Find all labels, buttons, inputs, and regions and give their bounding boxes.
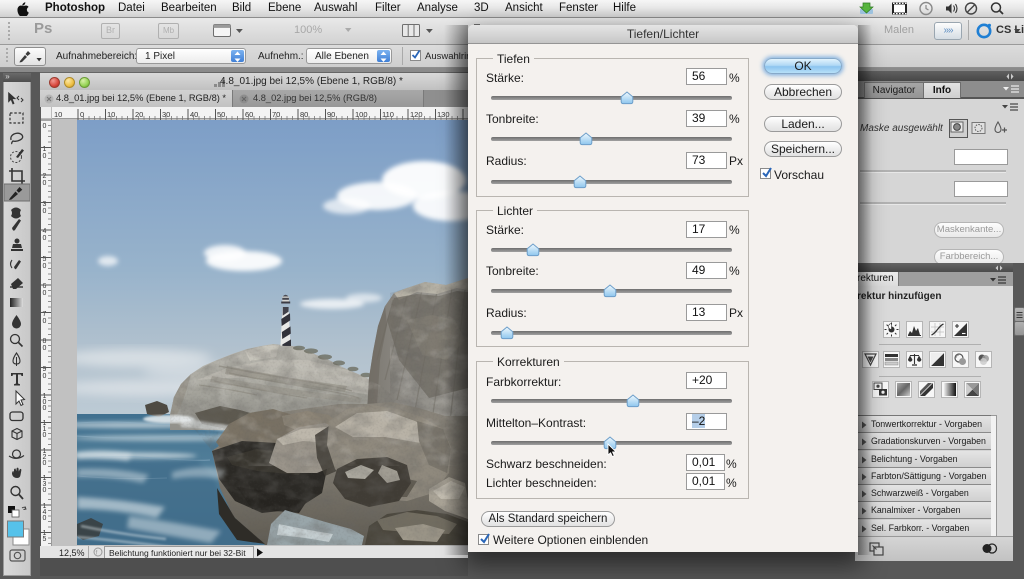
svg-text:4: 4 (43, 228, 47, 235)
svg-text:0: 0 (43, 515, 47, 522)
svg-text:80: 80 (300, 110, 308, 119)
svg-text:0: 0 (43, 405, 47, 412)
svg-text:20: 20 (135, 110, 143, 119)
svg-text:6: 6 (43, 283, 47, 290)
svg-text:0: 0 (43, 432, 47, 439)
svg-text:0: 0 (43, 235, 47, 242)
svg-text:0: 0 (43, 153, 47, 160)
svg-text:40: 40 (190, 110, 198, 119)
svg-text:0: 0 (43, 487, 47, 494)
svg-text:110: 110 (382, 110, 394, 119)
svg-text:0: 0 (43, 208, 47, 215)
svg-text:10: 10 (54, 110, 62, 119)
svg-text:0: 0 (43, 180, 47, 187)
svg-text:5: 5 (43, 536, 47, 543)
svg-text:0: 0 (43, 373, 47, 380)
svg-text:100: 100 (355, 110, 368, 119)
svg-text:120: 120 (410, 110, 423, 119)
svg-text:0: 0 (43, 123, 47, 130)
svg-text:8: 8 (43, 338, 47, 345)
svg-text:0: 0 (43, 290, 47, 297)
svg-text:0: 0 (43, 318, 47, 325)
svg-text:60: 60 (245, 110, 253, 119)
svg-text:0: 0 (43, 460, 47, 467)
svg-text:0: 0 (43, 263, 47, 270)
svg-text:2: 2 (43, 173, 47, 180)
svg-text:0: 0 (43, 345, 47, 352)
